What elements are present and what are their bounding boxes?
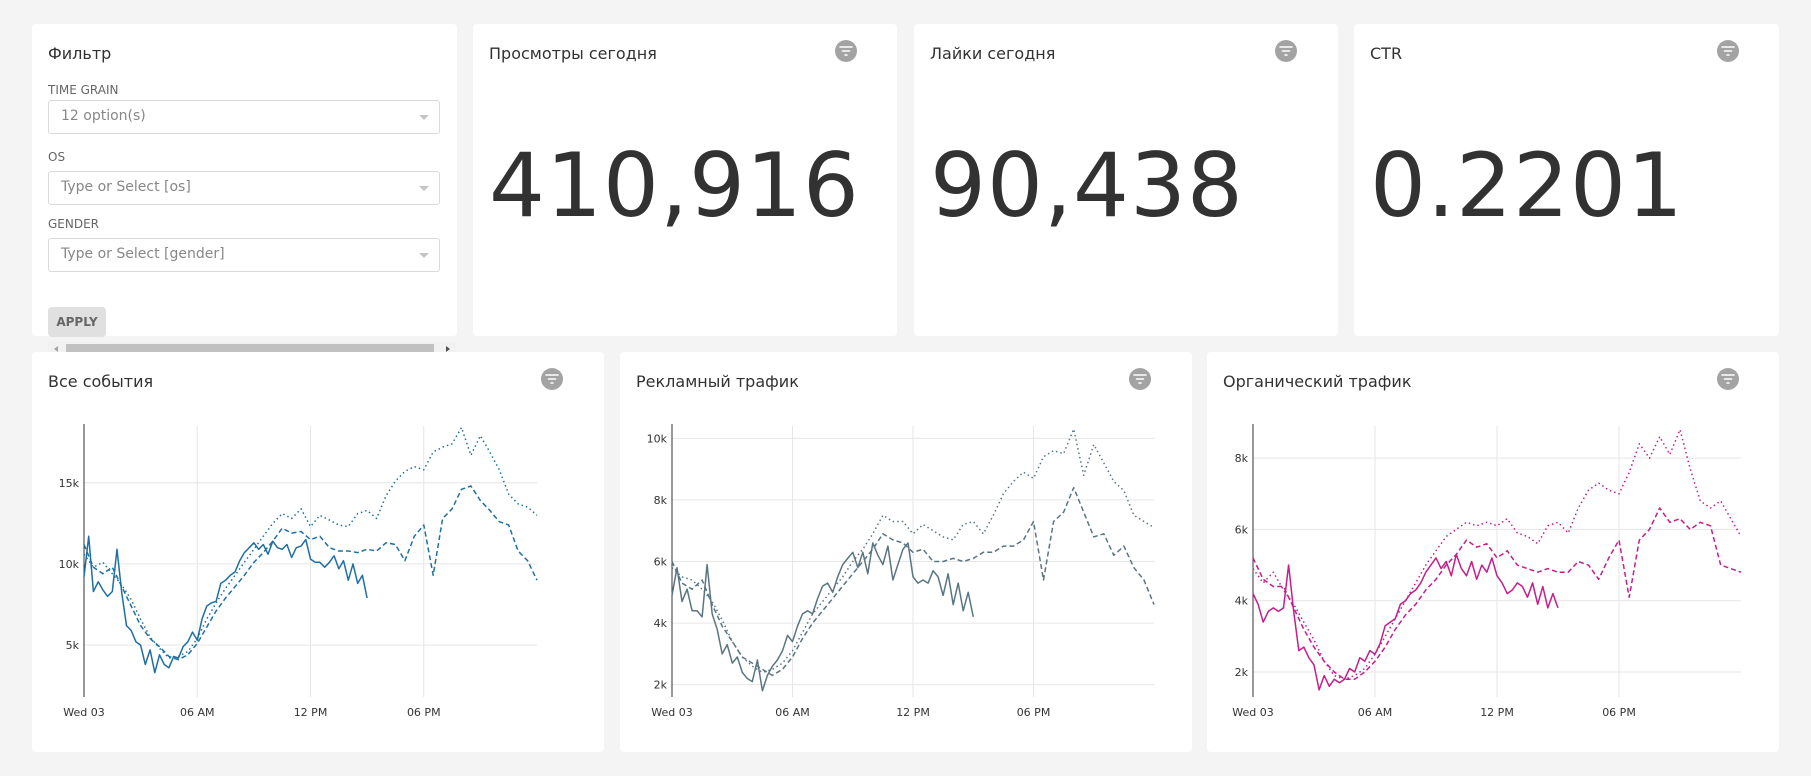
chevron-down-icon xyxy=(419,115,429,120)
x-tick-label: 06 AM xyxy=(1358,706,1393,719)
line-chart: 2k 4k 6k 8k 10k Wed 03 06 AM 12 PM 06 PM xyxy=(647,424,1155,719)
x-tick-label: 12 PM xyxy=(294,706,328,719)
chevron-down-icon xyxy=(419,186,429,191)
kpi-card-views: Просмотры сегодня 410,916 xyxy=(473,24,897,336)
x-tick-label: 06 AM xyxy=(775,706,810,719)
y-tick-label: 8k xyxy=(1235,452,1249,465)
x-tick-label: Wed 03 xyxy=(63,706,104,719)
series-line-solid xyxy=(1252,553,1559,691)
x-tick-label: 06 AM xyxy=(180,706,215,719)
x-tick-label: Wed 03 xyxy=(651,706,692,719)
y-tick-label: 6k xyxy=(654,556,668,569)
filter-icon[interactable] xyxy=(1717,40,1739,62)
gender-label: GENDER xyxy=(48,217,100,231)
gender-select[interactable]: Type or Select [gender] xyxy=(48,238,440,272)
filter-icon[interactable] xyxy=(835,40,857,62)
kpi-value: 0.2201 xyxy=(1370,134,1684,237)
y-tick-label: 10k xyxy=(59,558,80,571)
kpi-card-ctr: CTR 0.2201 xyxy=(1354,24,1779,336)
apply-button[interactable]: APPLY xyxy=(48,307,106,337)
kpi-title: Лайки сегодня xyxy=(930,44,1056,63)
chevron-down-icon xyxy=(419,253,429,258)
filter-panel: Фильтр TIME GRAIN 12 option(s) OS Type o… xyxy=(32,24,457,356)
x-tick-label: Wed 03 xyxy=(1232,706,1273,719)
os-select[interactable]: Type or Select [os] xyxy=(48,171,440,205)
gender-placeholder: Type or Select [gender] xyxy=(61,246,225,262)
kpi-value: 410,916 xyxy=(489,134,860,237)
chart-card-organic-traffic: Органический трафик 2k 4k 6k 8k Wed 03 06 AM 1… xyxy=(1207,352,1779,752)
y-tick-label: 8k xyxy=(654,494,668,507)
chart-card-ad-traffic: Рекламный трафик 2k 4k 6k 8k 10k Wed 03 06 AM 1… xyxy=(620,352,1192,752)
time-grain-value: 12 option(s) xyxy=(61,108,146,124)
filter-icon[interactable] xyxy=(1275,40,1297,62)
line-chart: 5k 10k 15k Wed 03 06 AM 12 PM 06 PM xyxy=(59,424,538,719)
series-line-solid xyxy=(83,535,368,674)
y-tick-label: 15k xyxy=(59,477,80,490)
time-grain-label: TIME GRAIN xyxy=(48,83,119,97)
x-tick-label: 12 PM xyxy=(896,706,930,719)
kpi-title: CTR xyxy=(1370,44,1403,63)
x-tick-label: 06 PM xyxy=(407,706,441,719)
y-tick-label: 2k xyxy=(1235,666,1249,679)
x-tick-label: 06 PM xyxy=(1602,706,1636,719)
y-tick-label: 10k xyxy=(647,432,668,445)
os-label: OS xyxy=(48,150,66,164)
os-placeholder: Type or Select [os] xyxy=(61,179,191,195)
x-tick-label: 12 PM xyxy=(1480,706,1514,719)
y-tick-label: 5k xyxy=(66,639,80,652)
kpi-card-likes: Лайки сегодня 90,438 xyxy=(914,24,1338,336)
chart-card-all-events: Все события 5k 10k 15k Wed 03 06 AM 12 PM 06 P… xyxy=(32,352,604,752)
y-tick-label: 4k xyxy=(1235,595,1249,608)
kpi-value: 90,438 xyxy=(930,134,1244,237)
time-grain-select[interactable]: 12 option(s) xyxy=(48,100,440,134)
y-tick-label: 2k xyxy=(654,679,668,692)
y-tick-label: 6k xyxy=(1235,523,1249,536)
line-chart: 2k 4k 6k 8k Wed 03 06 AM 12 PM 06 PM xyxy=(1232,424,1742,719)
y-tick-label: 4k xyxy=(654,617,668,630)
x-tick-label: 06 PM xyxy=(1017,706,1051,719)
kpi-title: Просмотры сегодня xyxy=(489,44,657,63)
filter-title: Фильтр xyxy=(48,44,112,63)
